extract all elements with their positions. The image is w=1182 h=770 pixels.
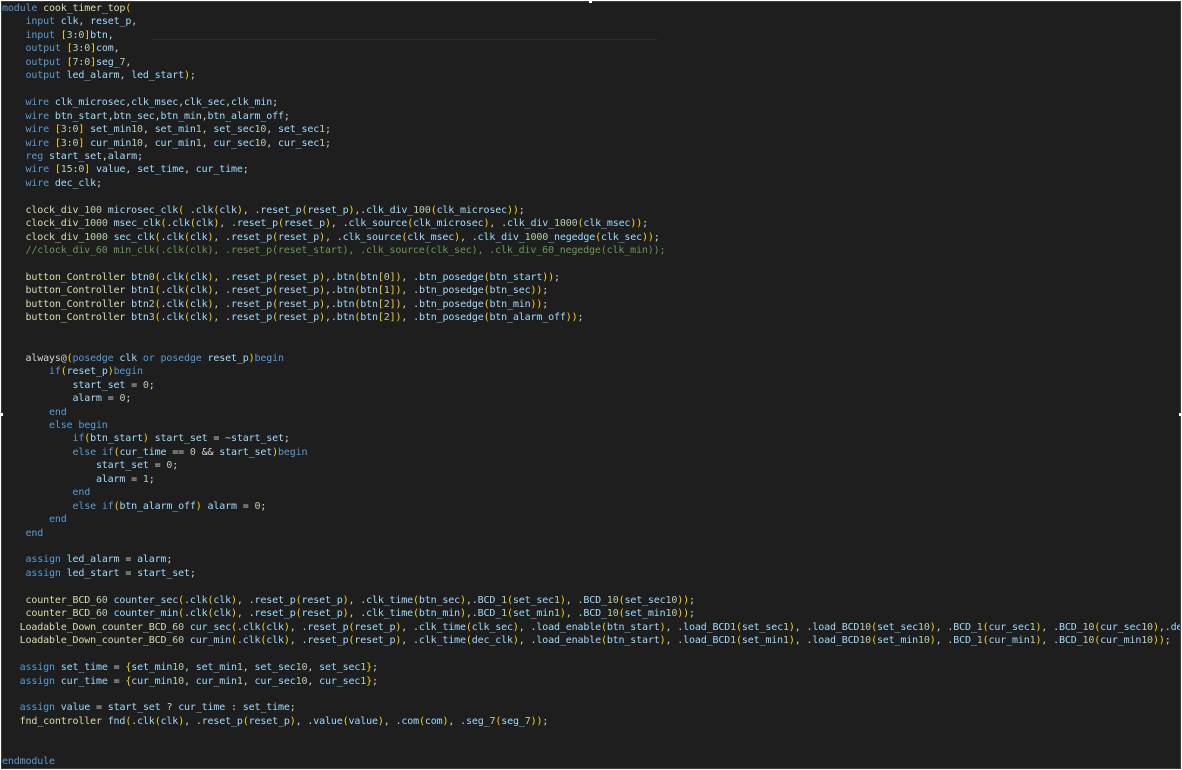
code-line[interactable]: end <box>2 527 43 541</box>
code-line[interactable]: if(reset_p)begin <box>2 365 143 379</box>
code-line[interactable]: button_Controller btn3(.clk(clk), .reset… <box>2 311 583 325</box>
code-line[interactable]: endmodule <box>2 755 55 768</box>
code-text: end <box>48 514 67 526</box>
code-line[interactable]: module cook_timer_top( <box>2 2 131 16</box>
code-text: always@(posedge clk or posedge reset_p)b… <box>25 352 284 364</box>
code-text: assign set_time = {set_min10, set_min1, … <box>19 662 378 674</box>
code-line[interactable]: fnd_controller fnd(.clk(clk), .reset_p(r… <box>2 715 549 729</box>
code-text: button_Controller btn2(.clk(clk), .reset… <box>25 298 549 310</box>
code-line[interactable]: output led_alarm, led_start); <box>2 69 196 83</box>
code-line[interactable]: button_Controller btn0(.clk(clk), .reset… <box>2 271 560 285</box>
code-text: assign value = start_set ? cur_time : se… <box>19 702 296 714</box>
code-line[interactable]: end <box>2 406 67 420</box>
window-edge-marker <box>589 0 592 3</box>
code-line[interactable]: assign value = start_set ? cur_time : se… <box>2 701 296 715</box>
code-line[interactable]: counter_BCD_60 counter_sec(.clk(clk), .r… <box>2 594 695 608</box>
code-text: clock_div_100 microsec_clk( .clk(clk), .… <box>25 204 525 216</box>
code-text: output led_alarm, led_start); <box>25 70 196 82</box>
code-text: output [3:0]com, <box>25 43 120 55</box>
code-text: alarm = 1; <box>95 473 155 485</box>
window-edge-marker <box>0 413 3 416</box>
code-line[interactable]: assign cur_time = {cur_min10, cur_min1, … <box>2 675 378 689</box>
code-line[interactable]: alarm = 1; <box>2 473 155 487</box>
code-editor[interactable]: module cook_timer_top( input clk, reset_… <box>1 1 1181 769</box>
code-line[interactable]: output [3:0]com, <box>2 42 119 56</box>
code-line[interactable]: always@(posedge clk or posedge reset_p)b… <box>2 352 284 366</box>
code-line[interactable]: alarm = 0; <box>2 392 131 406</box>
code-text: reg start_set,alarm; <box>25 150 143 162</box>
code-line[interactable]: if(btn_start) start_set = ~start_set; <box>2 432 290 446</box>
code-line[interactable]: wire [15:0] value, set_time, cur_time; <box>2 163 249 177</box>
code-line[interactable]: //clock_div_60 min_clk(.clk(clk), .reset… <box>2 244 665 258</box>
code-text: wire [3:0] cur_min10, cur_min1, cur_sec1… <box>25 137 331 149</box>
code-line[interactable]: wire dec_clk; <box>2 177 102 191</box>
code-line[interactable]: else begin <box>2 419 108 433</box>
code-line[interactable]: wire [3:0] set_min10, set_min1, set_sec1… <box>2 123 331 137</box>
code-text: wire clk_microsec,clk_msec,clk_sec,clk_m… <box>25 97 278 109</box>
code-text: else begin <box>48 419 108 431</box>
code-text: input clk, reset_p, <box>25 16 138 28</box>
code-line[interactable]: else if(cur_time == 0 && start_set)begin <box>2 446 307 460</box>
code-line[interactable]: wire [3:0] cur_min10, cur_min1, cur_sec1… <box>2 137 331 151</box>
code-line[interactable]: clock_div_100 microsec_clk( .clk(clk), .… <box>2 204 525 218</box>
code-text: //clock_div_60 min_clk(.clk(clk), .reset… <box>2 245 666 257</box>
code-text: button_Controller btn1(.clk(clk), .reset… <box>25 285 549 297</box>
code-text: button_Controller btn0(.clk(clk), .reset… <box>25 272 560 283</box>
code-text: module cook_timer_top( <box>2 3 132 14</box>
code-text: clock_div_1000 sec_clk(.clk(clk), .reset… <box>25 231 660 243</box>
code-line[interactable]: button_Controller btn2(.clk(clk), .reset… <box>2 298 548 312</box>
code-text: assign led_start = start_set; <box>25 567 196 579</box>
code-text: assign led_alarm = alarm; <box>25 554 173 566</box>
code-text: clock_div_1000 msec_clk(.clk(clk), .rese… <box>25 218 648 230</box>
code-text: end <box>48 406 67 418</box>
code-text: counter_BCD_60 counter_sec(.clk(clk), .r… <box>25 594 695 606</box>
code-text: wire [15:0] value, set_time, cur_time; <box>25 164 249 176</box>
code-line[interactable]: assign led_start = start_set; <box>2 567 196 581</box>
code-line[interactable]: end <box>2 486 90 500</box>
code-line[interactable]: wire clk_microsec,clk_msec,clk_sec,clk_m… <box>2 96 278 110</box>
code-line[interactable]: else if(btn_alarm_off) alarm = 0; <box>2 500 266 514</box>
code-line[interactable]: counter_BCD_60 counter_min(.clk(clk), .r… <box>2 607 695 621</box>
code-text: else if(btn_alarm_off) alarm = 0; <box>72 500 267 512</box>
code-line[interactable]: clock_div_1000 msec_clk(.clk(clk), .rese… <box>2 217 648 231</box>
code-line[interactable]: end <box>2 513 67 527</box>
code-line[interactable]: Loadable_Down_counter_BCD_60 cur_min(.cl… <box>2 634 1171 648</box>
code-text: output [7:0]seg_7, <box>25 56 132 68</box>
code-line[interactable]: reg start_set,alarm; <box>2 150 143 164</box>
code-line[interactable]: input clk, reset_p, <box>2 15 137 29</box>
code-line[interactable]: input [3:0]btn, <box>2 29 114 43</box>
code-text: start_set = 0; <box>72 379 155 391</box>
code-text: counter_BCD_60 counter_min(.clk(clk), .r… <box>25 608 695 620</box>
code-line[interactable]: assign led_alarm = alarm; <box>2 553 172 567</box>
code-line[interactable]: Loadable_Down_counter_BCD_60 cur_sec(.cl… <box>2 621 1180 635</box>
code-line[interactable]: assign set_time = {set_min10, set_min1, … <box>2 661 378 675</box>
code-text: fnd_controller fnd(.clk(clk), .reset_p(r… <box>19 715 549 727</box>
code-line[interactable]: wire btn_start,btn_sec,btn_min,btn_alarm… <box>2 110 290 124</box>
code-text: end <box>72 487 91 499</box>
code-text: wire dec_clk; <box>25 177 102 189</box>
code-text: else if(cur_time == 0 && start_set)begin <box>72 446 308 458</box>
code-text: if(btn_start) start_set = ~start_set; <box>72 433 290 445</box>
code-line[interactable]: output [7:0]seg_7, <box>2 56 131 70</box>
code-text: start_set = 0; <box>95 460 179 472</box>
code-line[interactable]: clock_div_1000 sec_clk(.clk(clk), .reset… <box>2 231 660 245</box>
code-text: alarm = 0; <box>72 393 132 405</box>
code-text: input [3:0]btn, <box>25 29 114 41</box>
code-text: Loadable_Down_counter_BCD_60 cur_min(.cl… <box>19 635 1171 647</box>
code-text: Loadable_Down_counter_BCD_60 cur_sec(.cl… <box>19 621 1180 633</box>
code-line[interactable]: start_set = 0; <box>2 459 178 473</box>
code-text: button_Controller btn3(.clk(clk), .reset… <box>25 312 584 324</box>
indent-guide <box>152 39 657 40</box>
code-text: endmodule <box>2 756 55 768</box>
code-text: assign cur_time = {cur_min10, cur_min1, … <box>19 675 378 687</box>
code-text: end <box>25 527 44 539</box>
code-text: if(reset_p)begin <box>48 366 143 378</box>
code-line[interactable]: button_Controller btn1(.clk(clk), .reset… <box>2 284 548 298</box>
code-text: wire [3:0] set_min10, set_min1, set_sec1… <box>25 124 331 136</box>
code-text: wire btn_start,btn_sec,btn_min,btn_alarm… <box>25 110 290 122</box>
code-line[interactable]: start_set = 0; <box>2 379 155 393</box>
